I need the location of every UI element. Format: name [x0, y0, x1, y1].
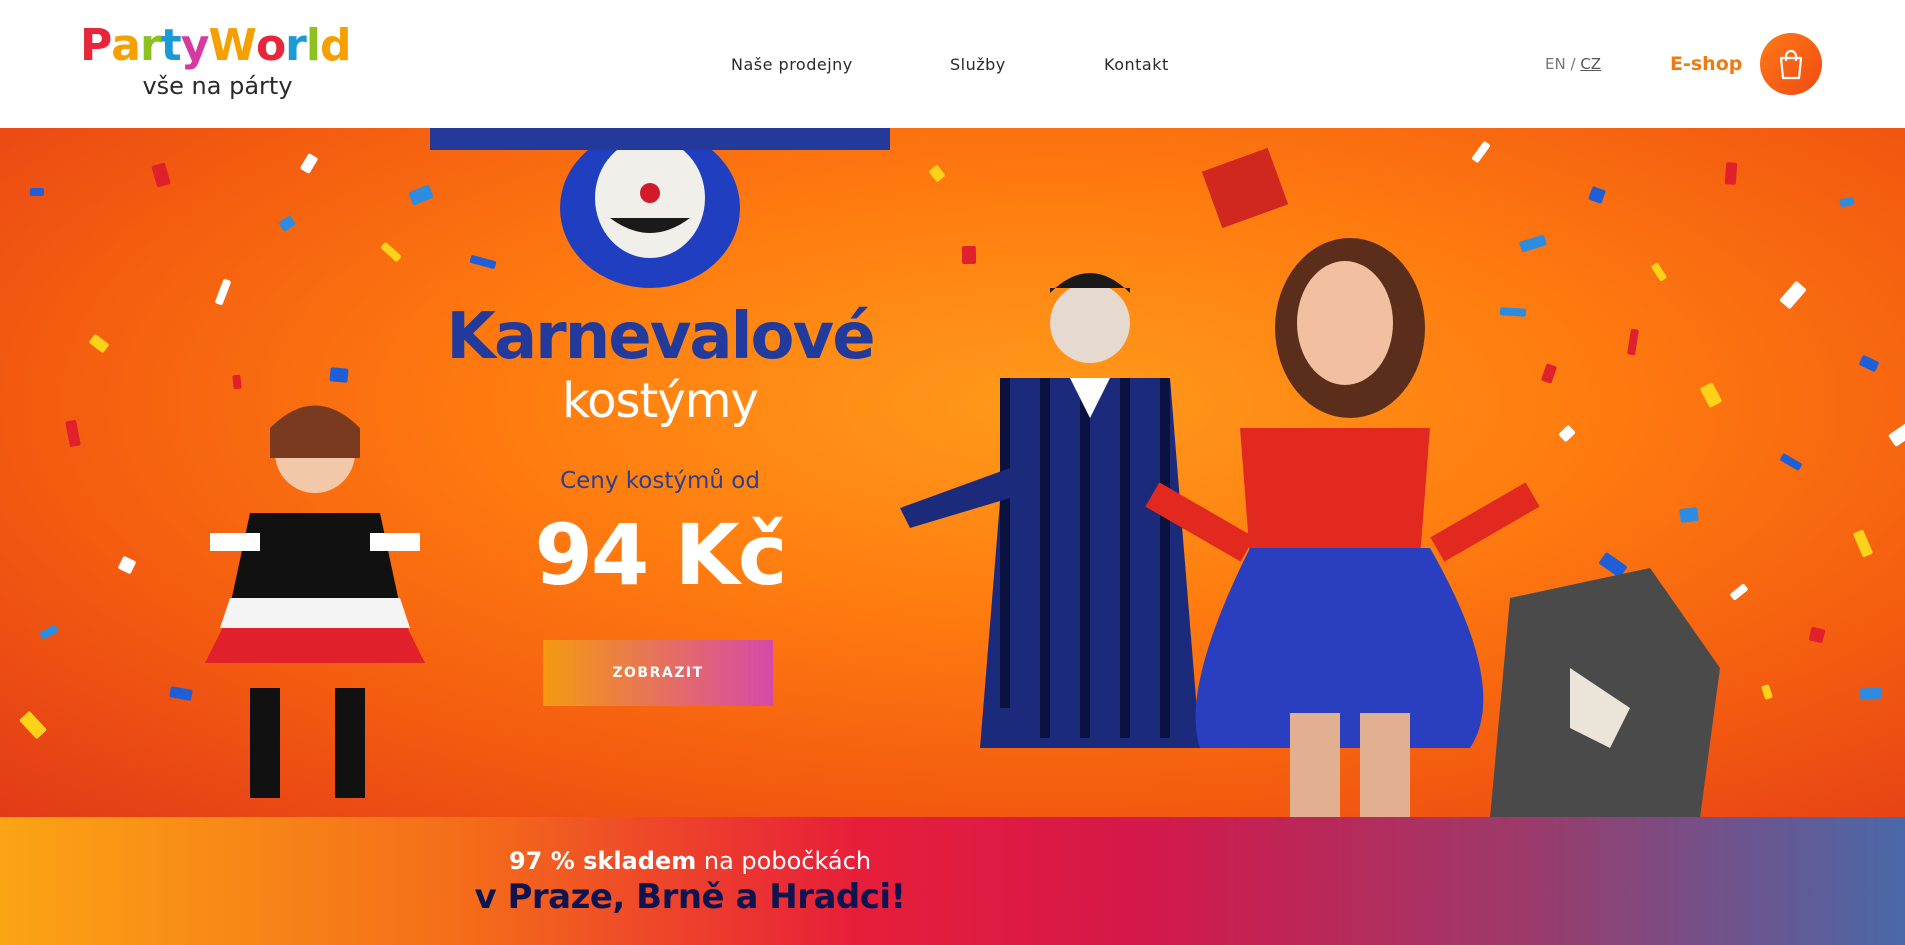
language-switch: EN / CZ [1545, 55, 1601, 73]
stock-info-band: 97 % skladem na pobočkách v Praze, Brně … [0, 817, 1905, 945]
eshop-link[interactable]: E-shop [1670, 53, 1742, 75]
price-label: Ceny kostýmů od [560, 468, 760, 494]
lang-separator: / [1570, 55, 1576, 73]
lang-en[interactable]: EN [1545, 55, 1566, 73]
price-value: 94 Kč [534, 506, 787, 604]
cart-button[interactable] [1760, 33, 1822, 95]
stock-percentage: 97 % skladem [508, 847, 697, 875]
shopping-bag-icon [1779, 49, 1803, 80]
hero-subtitle: kostýmy [562, 373, 759, 429]
nav-item-kontakt[interactable]: Kontakt [1104, 55, 1169, 74]
nav-item-prodejny[interactable]: Naše prodejny [731, 55, 853, 74]
hero-title: Karnevalové [446, 300, 875, 374]
show-button[interactable]: ZOBRAZIT [543, 640, 773, 706]
cities-line: v Praze, Brně a Hradci! [474, 877, 906, 917]
stock-line: 97 % skladem na pobočkách [440, 847, 940, 875]
stock-location-text: na pobočkách [696, 847, 872, 875]
logo-tagline: vše na párty [142, 72, 293, 100]
lang-cz[interactable]: CZ [1580, 55, 1601, 73]
site-header: PartyWorld vše na párty Naše prodejny Sl… [0, 0, 1905, 128]
main-nav: Naše prodejny Služby Kontakt [0, 55, 1905, 75]
nav-item-sluzby[interactable]: Služby [950, 55, 1006, 74]
costume-figures-illustration [205, 128, 1720, 817]
hero-banner: Karnevalové kostýmy Ceny kostýmů od 94 K… [0, 128, 1905, 817]
